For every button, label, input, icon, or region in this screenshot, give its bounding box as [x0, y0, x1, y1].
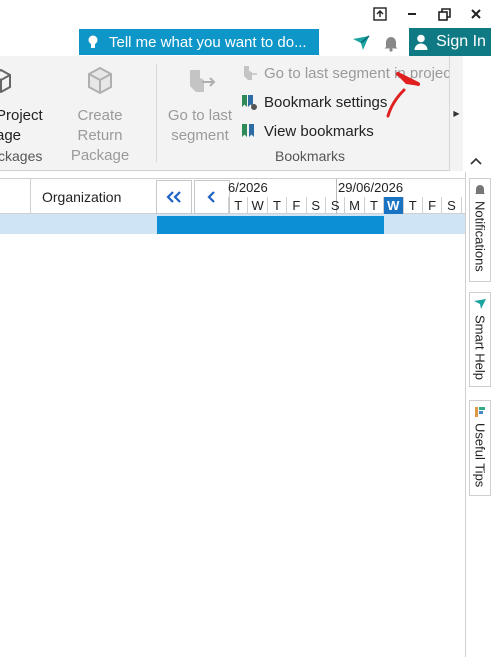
project-package-button[interactable]: Project age: [0, 106, 43, 146]
return-package-icon: [88, 66, 112, 94]
segment-project-icon: [244, 66, 257, 80]
go-last-label-1: Go to last: [167, 107, 233, 124]
day-cell: T: [228, 197, 247, 214]
day-cell: M: [344, 197, 363, 214]
day-cell: W: [383, 197, 403, 214]
grid-header: Organization 6/2026 29/06/2026 TWTFSSMTW…: [0, 178, 465, 214]
notifications-tab[interactable]: Notifications: [469, 178, 491, 282]
day-cell: S: [441, 197, 460, 214]
smart-help-label: Smart Help: [472, 315, 488, 381]
go-to-last-segment-button[interactable]: Go to last segment: [160, 106, 240, 146]
bookmark-settings-label: Bookmark settings: [264, 93, 388, 111]
scroll-left-button[interactable]: [194, 180, 230, 214]
bookmark-settings-icon: [242, 95, 257, 110]
gantt-timeline-header: 6/2026 29/06/2026 TWTFSSMTWTFSS: [228, 179, 465, 214]
side-panel: Notifications Smart Help Useful Tips: [465, 172, 491, 657]
package-icon: [0, 68, 11, 94]
smart-help-tab[interactable]: Smart Help: [469, 292, 491, 387]
day-cell: S: [305, 197, 325, 214]
double-chevron-left-icon: [166, 191, 181, 203]
day-cell: T: [363, 197, 383, 214]
bell-icon[interactable]: [381, 33, 401, 53]
useful-tips-label: Useful Tips: [472, 423, 488, 488]
sign-in-button[interactable]: Sign In: [409, 28, 491, 56]
view-bookmarks-label: View bookmarks: [264, 122, 374, 140]
day-row: TWTFSSMTWTFSS: [228, 197, 465, 214]
organization-header-label: Organization: [42, 188, 122, 205]
day-cell: W: [247, 197, 266, 214]
annotation-arrow: [386, 72, 420, 118]
chevron-left-icon: [207, 191, 215, 203]
minimize-button[interactable]: [400, 4, 424, 24]
go-to-last-segment-icon: [190, 70, 216, 92]
ribbon-scroll-right-icon[interactable]: ▶: [449, 56, 463, 171]
go-last-label-2: segment: [171, 127, 229, 144]
tell-me-search[interactable]: Tell me what you want to do...: [79, 29, 319, 55]
bookmark-settings-button[interactable]: Bookmark settings: [240, 91, 387, 113]
close-button[interactable]: [464, 4, 488, 24]
restore-ribbon-icon[interactable]: [368, 4, 392, 24]
scroll-far-left-button[interactable]: [156, 180, 192, 214]
useful-tips-tab[interactable]: Useful Tips: [469, 400, 491, 496]
user-icon: [414, 34, 428, 50]
project-package-label-2: age: [0, 127, 22, 144]
packages-group-label: ckages: [0, 148, 43, 164]
bell-icon: [475, 185, 485, 194]
day-cell: T: [266, 197, 286, 214]
smart-help-icon: [474, 299, 486, 309]
create-return-package-button[interactable]: Create Return Package: [54, 106, 146, 166]
notifications-label: Notifications: [472, 201, 488, 272]
tips-icon: [475, 407, 485, 417]
view-bookmarks-icon: [242, 124, 254, 137]
title-bar: Tell me what you want to do... Sign In: [0, 0, 491, 56]
organization-column-header[interactable]: Organization: [30, 179, 156, 214]
create-return-label-1: Create Return: [77, 107, 123, 144]
collapse-ribbon-icon[interactable]: [466, 152, 486, 170]
tell-me-text: Tell me what you want to do...: [109, 33, 307, 51]
lightbulb-icon: [88, 35, 98, 48]
day-cell: F: [421, 197, 441, 214]
maximize-button[interactable]: [432, 4, 456, 24]
create-return-label-2: Package: [70, 147, 130, 164]
ribbon-separator: [156, 64, 157, 162]
day-cell: F: [286, 197, 305, 214]
week-date-1: 6/2026: [228, 180, 268, 195]
sign-in-label: Sign In: [436, 33, 486, 50]
project-package-label-1: Project: [0, 107, 43, 124]
smart-help-icon[interactable]: [351, 33, 371, 53]
day-cell: T: [402, 197, 422, 214]
gantt-bar[interactable]: [157, 216, 384, 234]
week-date-2: 29/06/2026: [338, 180, 404, 195]
bookmarks-group-label: Bookmarks: [275, 148, 346, 164]
day-cell: S: [324, 197, 344, 214]
view-bookmarks-button[interactable]: View bookmarks: [240, 120, 374, 142]
